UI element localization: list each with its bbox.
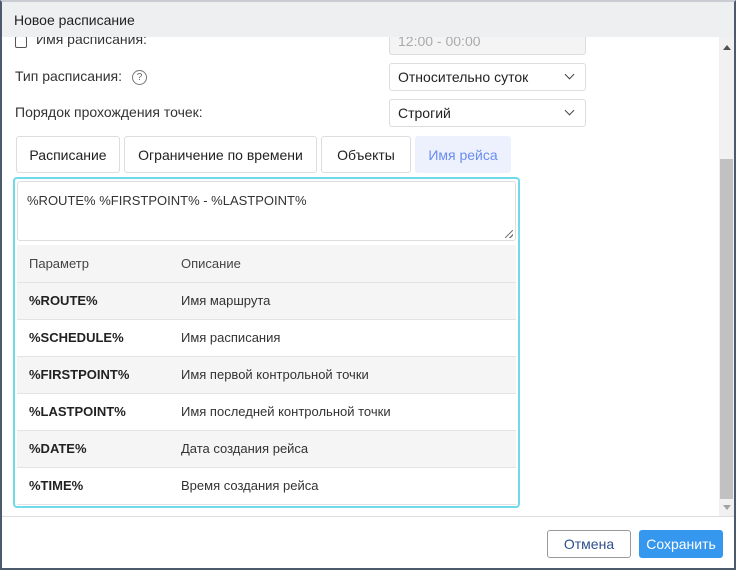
param-cell: %SCHEDULE% [17, 319, 169, 357]
point-order-value: Строгий [398, 105, 451, 121]
schedule-type-value: Относительно суток [398, 69, 529, 85]
desc-cell: Имя первой контрольной точки [169, 356, 516, 394]
scrollbar[interactable] [719, 37, 734, 516]
dialog-content: Имя расписания: 12:00 - 00:00 Тип распис… [2, 37, 719, 516]
schedule-type-label-text: Тип расписания: [15, 68, 123, 84]
trip-name-template-textarea[interactable]: %ROUTE% %FIRSTPOINT% - %LASTPOINT% [17, 181, 516, 241]
trip-name-panel: %ROUTE% %FIRSTPOINT% - %LASTPOINT% Парам… [13, 177, 520, 508]
desc-cell: Имя маршрута [169, 282, 516, 320]
desc-cell: Время создания рейса [169, 467, 516, 505]
scroll-down-arrow-icon[interactable] [723, 505, 731, 510]
table-row: %DATE% Дата создания рейса [17, 430, 516, 468]
tab-schedule[interactable]: Расписание [16, 136, 120, 173]
header-description: Описание [169, 245, 516, 283]
point-order-label: Порядок прохождения точек: [15, 104, 203, 120]
table-row: %ROUTE% Имя маршрута [17, 282, 516, 320]
tab-trip-name[interactable]: Имя рейса [415, 136, 511, 173]
table-row: %LASTPOINT% Имя последней контрольной точ… [17, 393, 516, 431]
table-row: %FIRSTPOINT% Имя первой контрольной точки [17, 356, 516, 394]
scroll-up-arrow-icon[interactable] [723, 45, 731, 50]
dialog-footer: Отмена Сохранить [2, 516, 734, 568]
parameters-table: Параметр Описание %ROUTE% Имя маршрута %S… [17, 245, 516, 505]
schedule-name-checkbox[interactable] [15, 37, 27, 48]
desc-cell: Имя расписания [169, 319, 516, 357]
table-row: %TIME% Время создания рейса [17, 467, 516, 505]
header-parameter: Параметр [17, 245, 169, 283]
param-cell: %TIME% [17, 467, 169, 505]
desc-cell: Дата создания рейса [169, 430, 516, 468]
chevron-down-icon [564, 105, 575, 116]
save-button[interactable]: Сохранить [639, 530, 723, 558]
schedule-type-label: Тип расписания:? [15, 68, 148, 85]
table-row: %SCHEDULE% Имя расписания [17, 319, 516, 357]
tab-time-limit[interactable]: Ограничение по времени [124, 136, 317, 173]
dialog-title: Новое расписание [2, 2, 734, 37]
cancel-button[interactable]: Отмена [547, 530, 631, 558]
param-cell: %FIRSTPOINT% [17, 356, 169, 394]
desc-cell: Имя последней контрольной точки [169, 393, 516, 431]
schedule-name-label: Имя расписания: [36, 37, 147, 47]
template-value: %ROUTE% %FIRSTPOINT% - %LASTPOINT% [27, 193, 307, 208]
tab-objects[interactable]: Объекты [321, 136, 411, 173]
scrollbar-thumb[interactable] [720, 159, 733, 499]
chevron-down-icon [564, 69, 575, 80]
schedule-type-select[interactable]: Относительно суток [389, 63, 586, 91]
param-cell: %LASTPOINT% [17, 393, 169, 431]
resize-grip-icon[interactable] [505, 230, 513, 238]
dialog: Новое расписание Имя расписания: 12:00 -… [0, 0, 736, 570]
help-icon[interactable]: ? [132, 69, 148, 85]
table-header: Параметр Описание [17, 245, 516, 283]
point-order-select[interactable]: Строгий [389, 99, 586, 127]
schedule-name-input[interactable]: 12:00 - 00:00 [389, 37, 586, 55]
param-cell: %ROUTE% [17, 282, 169, 320]
param-cell: %DATE% [17, 430, 169, 468]
